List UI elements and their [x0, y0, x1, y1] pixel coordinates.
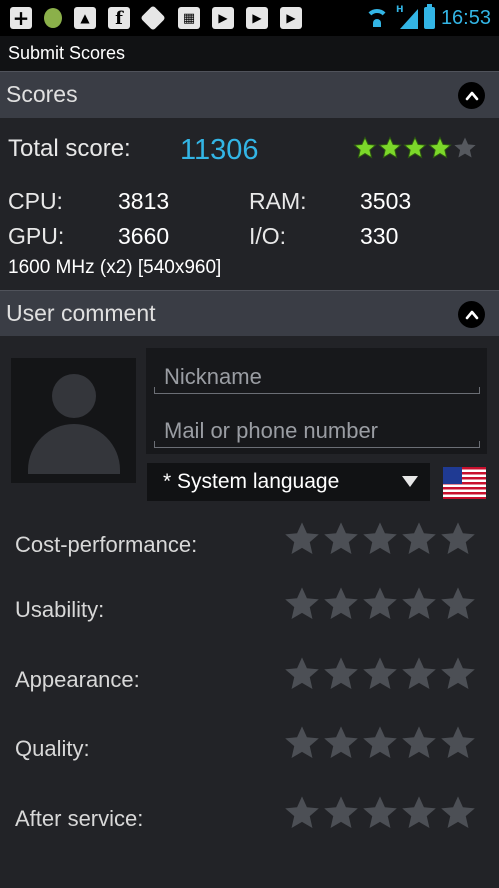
contact-input[interactable]: [154, 414, 480, 447]
total-score-label: Total score:: [8, 135, 131, 162]
gpu-label: GPU:: [8, 223, 65, 249]
battery-icon: [423, 4, 435, 29]
chevron-up-icon: [465, 91, 478, 100]
io-label: I/O:: [249, 223, 287, 249]
ram-value: 3503: [360, 188, 412, 214]
star-empty-icon[interactable]: [361, 724, 399, 762]
rating-label: Usability:: [15, 597, 105, 622]
ram-label: RAM:: [249, 188, 307, 214]
star-empty-icon[interactable]: [439, 520, 477, 558]
io-value: 330: [360, 223, 399, 249]
grid-icon: [178, 7, 200, 29]
dropdown-arrow-icon: [402, 476, 418, 487]
star-empty-icon[interactable]: [322, 655, 360, 693]
star-empty-icon[interactable]: [361, 794, 399, 832]
page-title: Submit Scores: [8, 43, 126, 63]
star-empty-icon[interactable]: [361, 655, 399, 693]
star-empty-icon[interactable]: [283, 794, 321, 832]
contact-field[interactable]: [154, 414, 480, 448]
play-store-icon: [246, 7, 268, 29]
title-bar: Submit Scores: [0, 36, 499, 72]
facebook-icon: [108, 7, 130, 29]
signal-icon: H: [396, 5, 418, 29]
star-empty-icon[interactable]: [439, 655, 477, 693]
star-empty-icon[interactable]: [439, 585, 477, 623]
nickname-input[interactable]: [154, 360, 480, 393]
rating-label: Cost-performance:: [15, 532, 198, 557]
android-icon: [44, 8, 62, 28]
clock: 16:53: [440, 6, 491, 29]
cpu-label: CPU:: [8, 188, 63, 214]
device-info: 1600 MHz (x2) [540x960]: [8, 257, 222, 278]
star-empty-icon[interactable]: [283, 724, 321, 762]
star-empty-icon[interactable]: [400, 724, 438, 762]
rating-stars[interactable]: [283, 724, 477, 762]
scores-section-header[interactable]: Scores: [0, 71, 499, 119]
avatar[interactable]: [11, 358, 136, 483]
star-filled-icon: [403, 136, 427, 159]
star-empty-icon[interactable]: [283, 585, 321, 623]
star-empty-icon[interactable]: [322, 794, 360, 832]
nickname-field[interactable]: [154, 360, 480, 394]
star-empty-icon[interactable]: [283, 655, 321, 693]
star-empty-icon: [454, 137, 476, 158]
rating-label: Appearance:: [15, 667, 140, 692]
chevron-up-icon: [465, 310, 478, 319]
cpu-value: 3813: [118, 188, 170, 214]
star-empty-icon[interactable]: [283, 520, 321, 558]
star-empty-icon[interactable]: [439, 724, 477, 762]
wifi-icon: [364, 7, 390, 29]
user-comment-section-header[interactable]: User comment: [0, 290, 499, 338]
star-empty-icon[interactable]: [400, 520, 438, 558]
star-empty-icon[interactable]: [400, 794, 438, 832]
rating-stars[interactable]: [283, 794, 477, 832]
scores-header-label: Scores: [6, 81, 78, 107]
star-empty-icon[interactable]: [322, 520, 360, 558]
rating-stars[interactable]: [283, 520, 477, 558]
star-empty-icon[interactable]: [361, 520, 399, 558]
rating-label: After service:: [15, 806, 144, 831]
plus-icon: [10, 7, 32, 29]
us-flag-icon[interactable]: [443, 467, 486, 499]
star-filled-icon: [428, 136, 452, 159]
star-empty-icon[interactable]: [322, 585, 360, 623]
star-filled-icon: [353, 136, 377, 159]
rating-stars[interactable]: [283, 655, 477, 693]
play-store-icon: [280, 7, 302, 29]
star-empty-icon[interactable]: [322, 724, 360, 762]
rating-stars[interactable]: [283, 585, 477, 623]
star-empty-icon[interactable]: [439, 794, 477, 832]
play-store-icon: [212, 7, 234, 29]
status-bar: H 16:53: [0, 0, 499, 36]
user-comment-collapse-button[interactable]: [458, 301, 485, 328]
diamond-icon: [140, 5, 166, 31]
total-score-value: 11306: [180, 134, 259, 166]
star-empty-icon[interactable]: [400, 655, 438, 693]
language-selected-value: * System language: [163, 470, 340, 493]
user-comment-header-label: User comment: [6, 300, 156, 326]
gpu-value: 3660: [118, 223, 170, 249]
scores-collapse-button[interactable]: [458, 82, 485, 109]
image-icon: [74, 7, 96, 29]
total-score-rating: [353, 136, 477, 160]
star-empty-icon[interactable]: [400, 585, 438, 623]
language-select[interactable]: * System language: [147, 463, 430, 501]
rating-label: Quality:: [15, 736, 90, 761]
star-empty-icon[interactable]: [361, 585, 399, 623]
star-filled-icon: [378, 136, 402, 159]
